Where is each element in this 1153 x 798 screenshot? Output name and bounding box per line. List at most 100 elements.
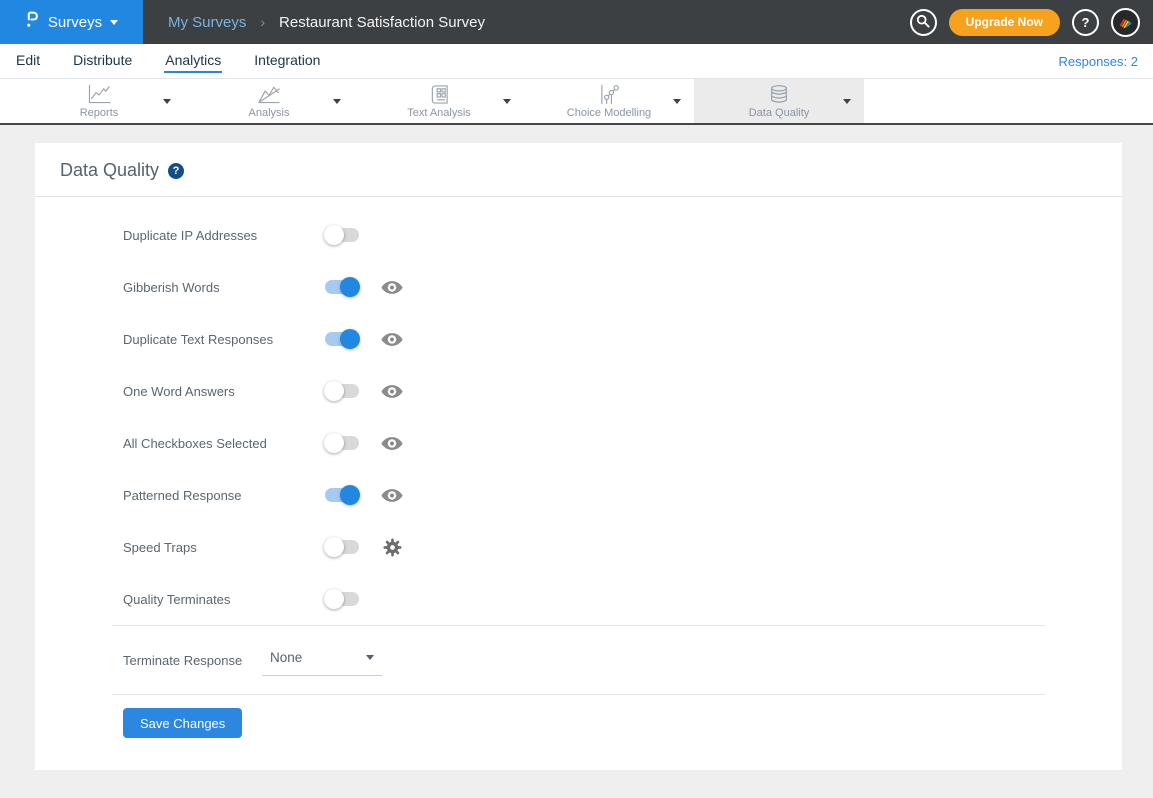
speed-traps-settings-button[interactable] — [383, 538, 402, 557]
one-word-toggle[interactable] — [325, 384, 359, 398]
questionpro-logo-icon — [25, 9, 40, 35]
preview-button[interactable] — [381, 489, 403, 502]
setting-label: One Word Answers — [123, 384, 325, 399]
tab-text-analysis[interactable]: Text Analysis — [354, 79, 524, 123]
breadcrumb-survey-title: Restaurant Satisfaction Survey — [279, 14, 485, 31]
breadcrumb: My Surveys › Restaurant Satisfaction Sur… — [143, 0, 910, 44]
setting-label: All Checkboxes Selected — [123, 436, 325, 451]
eye-icon — [381, 437, 403, 450]
duplicate-ip-toggle[interactable] — [325, 228, 359, 242]
save-changes-button[interactable]: Save Changes — [123, 708, 242, 738]
line-chart-icon — [86, 84, 112, 105]
chevron-down-icon — [366, 655, 374, 660]
setting-row-duplicate-text: Duplicate Text Responses — [123, 313, 1122, 365]
toggle-knob — [340, 329, 360, 349]
scatter-chart-icon — [598, 84, 621, 105]
trend-chart-icon — [256, 84, 282, 105]
tab-label: Reports — [80, 107, 119, 119]
nav-item-distribute[interactable]: Distribute — [72, 49, 133, 73]
topbar-actions: Upgrade Now ? — [910, 0, 1153, 44]
help-icon[interactable]: ? — [168, 163, 184, 179]
top-bar: Surveys My Surveys › Restaurant Satisfac… — [0, 0, 1153, 44]
settings-list: Duplicate IP Addresses Gibberish Words D… — [35, 197, 1122, 625]
avatar[interactable] — [1111, 8, 1140, 37]
nav-item-integration[interactable]: Integration — [253, 49, 321, 73]
duplicate-text-toggle[interactable] — [325, 332, 359, 346]
chevron-down-icon — [110, 20, 118, 25]
database-icon — [767, 84, 791, 105]
patterned-response-toggle[interactable] — [325, 488, 359, 502]
chevron-down-icon[interactable] — [163, 99, 171, 104]
toggle-knob — [324, 589, 344, 609]
setting-row-patterned-response: Patterned Response — [123, 469, 1122, 521]
preview-button[interactable] — [381, 281, 403, 294]
responses-count-link[interactable]: Responses: 2 — [1059, 54, 1139, 69]
setting-label: Gibberish Words — [123, 280, 325, 295]
upgrade-now-button[interactable]: Upgrade Now — [949, 9, 1060, 36]
toggle-knob — [340, 485, 360, 505]
setting-label: Duplicate Text Responses — [123, 332, 325, 347]
toggle-knob — [324, 225, 344, 245]
search-button[interactable] — [910, 9, 937, 36]
tab-analysis[interactable]: Analysis — [184, 79, 354, 123]
toggle-knob — [324, 381, 344, 401]
terminate-response-label: Terminate Response — [123, 653, 262, 668]
help-button[interactable]: ? — [1072, 9, 1099, 36]
eye-icon — [381, 385, 403, 398]
gibberish-words-toggle[interactable] — [325, 280, 359, 294]
tab-label: Data Quality — [749, 107, 810, 119]
setting-row-quality-terminates: Quality Terminates — [123, 573, 1122, 625]
tab-choice-modelling[interactable]: Choice Modelling — [524, 79, 694, 123]
page-title: Data Quality — [60, 160, 159, 181]
quality-terminates-toggle[interactable] — [325, 592, 359, 606]
gear-icon — [383, 538, 402, 557]
chevron-down-icon[interactable] — [843, 99, 851, 104]
preview-button[interactable] — [381, 385, 403, 398]
toggle-knob — [324, 537, 344, 557]
chevron-down-icon[interactable] — [333, 99, 341, 104]
setting-row-one-word: One Word Answers — [123, 365, 1122, 417]
data-quality-panel: Data Quality ? Duplicate IP Addresses Gi… — [35, 143, 1122, 770]
speed-traps-toggle[interactable] — [325, 540, 359, 554]
all-checkboxes-toggle[interactable] — [325, 436, 359, 450]
selected-value: None — [270, 650, 302, 665]
eye-icon — [381, 333, 403, 346]
tab-label: Choice Modelling — [567, 107, 651, 119]
setting-label: Duplicate IP Addresses — [123, 228, 325, 243]
terminate-response-select[interactable]: None — [262, 644, 382, 676]
chevron-down-icon[interactable] — [503, 99, 511, 104]
setting-label: Speed Traps — [123, 540, 325, 555]
eye-icon — [381, 489, 403, 502]
setting-row-duplicate-ip: Duplicate IP Addresses — [123, 209, 1122, 261]
setting-row-gibberish-words: Gibberish Words — [123, 261, 1122, 313]
nav-item-analytics[interactable]: Analytics — [164, 49, 222, 73]
tab-data-quality[interactable]: Data Quality — [694, 79, 864, 123]
setting-row-all-checkboxes: All Checkboxes Selected — [123, 417, 1122, 469]
chevron-down-icon[interactable] — [673, 99, 681, 104]
breadcrumb-separator: › — [260, 14, 265, 30]
toggle-knob — [324, 433, 344, 453]
save-row: Save Changes — [35, 695, 1122, 738]
tab-reports[interactable]: Reports — [14, 79, 184, 123]
terminate-response-row: Terminate Response None — [35, 626, 1122, 694]
brand-menu[interactable]: Surveys — [0, 0, 143, 44]
preview-button[interactable] — [381, 437, 403, 450]
text-grid-icon — [429, 84, 450, 105]
setting-label: Quality Terminates — [123, 592, 325, 607]
setting-row-speed-traps: Speed Traps — [123, 521, 1122, 573]
survey-nav-items: Edit Distribute Analytics Integration — [15, 49, 1059, 73]
search-icon — [916, 14, 930, 31]
toggle-knob — [340, 277, 360, 297]
nav-item-edit[interactable]: Edit — [15, 49, 41, 73]
panel-header: Data Quality ? — [35, 143, 1122, 197]
breadcrumb-my-surveys[interactable]: My Surveys — [168, 14, 246, 31]
eye-icon — [381, 281, 403, 294]
brand-label: Surveys — [48, 14, 102, 31]
survey-nav: Edit Distribute Analytics Integration Re… — [0, 44, 1153, 78]
tab-label: Analysis — [249, 107, 290, 119]
setting-label: Patterned Response — [123, 488, 325, 503]
analytics-tab-strip: Reports Analysis Text Analysis — [0, 78, 1153, 125]
preview-button[interactable] — [381, 333, 403, 346]
tab-label: Text Analysis — [407, 107, 471, 119]
avatar-logo-icon — [1116, 13, 1135, 32]
